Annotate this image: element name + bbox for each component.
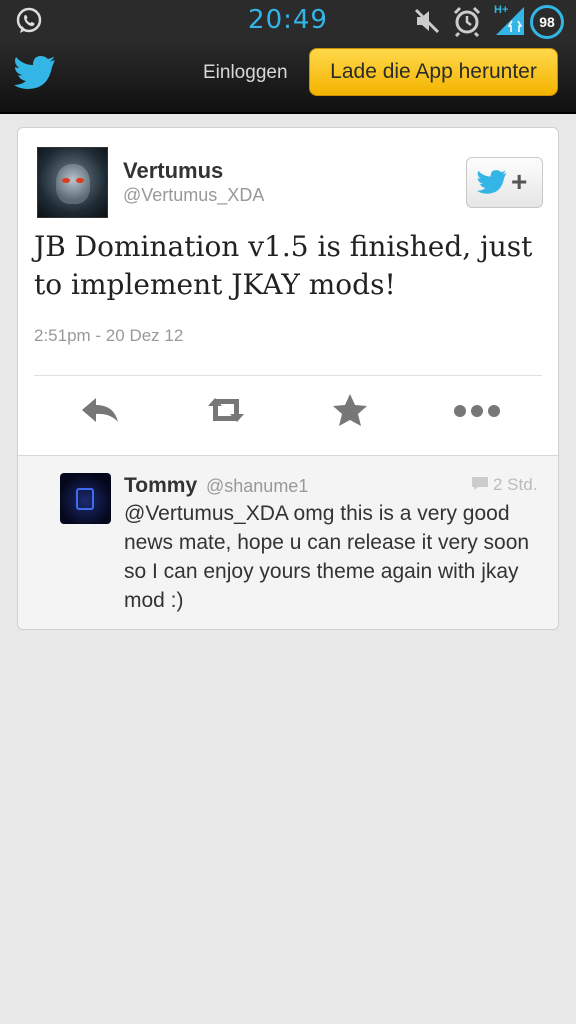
favorite-button[interactable]: [328, 390, 372, 430]
retweet-button[interactable]: [204, 390, 248, 430]
avatar-eye-left: [62, 178, 70, 183]
more-button[interactable]: [450, 390, 506, 430]
twitter-header: Einloggen Lade die App herunter: [0, 42, 576, 114]
reply-button[interactable]: [78, 390, 122, 430]
reply-author-name[interactable]: Tommy: [124, 474, 197, 498]
favorite-icon: [333, 394, 367, 426]
tweet-text: JB Domination v1.5 is finished, just to …: [34, 230, 533, 301]
download-app-button[interactable]: Lade die App herunter: [309, 48, 558, 96]
alarm-icon: [453, 6, 481, 37]
follow-plus-label: +: [511, 166, 528, 197]
battery-level: 98: [539, 14, 555, 30]
reply-text: @Vertumus_XDA omg this is a very good ne…: [124, 502, 530, 612]
mute-icon: [414, 8, 440, 34]
login-link[interactable]: Einloggen: [203, 62, 288, 84]
tweet-timestamp[interactable]: 2:51pm - 20 Dez 12: [34, 326, 183, 346]
divider: [34, 375, 542, 376]
retweet-icon: [208, 398, 244, 422]
reply-age: 2 Std.: [493, 475, 538, 494]
tweet-card: Vertumus @Vertumus_XDA + JB Domination v…: [17, 127, 559, 630]
reply-author-handle[interactable]: @shanume1: [206, 476, 308, 497]
status-bar: 20:49 H+ 98: [0, 0, 576, 42]
avatar-face: [56, 164, 90, 204]
reply-avatar[interactable]: [60, 473, 111, 524]
speech-bubble-icon: [472, 477, 488, 490]
network-type-label: H+: [494, 4, 509, 16]
reply-item[interactable]: Tommy @shanume1 2 Std. @Vertumus_XDA omg…: [18, 455, 558, 629]
follow-button[interactable]: +: [466, 157, 543, 208]
clock: 20:49: [248, 5, 328, 35]
more-icon: [454, 405, 500, 417]
reply-avatar-logo: [76, 488, 94, 510]
reply-icon: [82, 398, 118, 422]
twitter-bird-icon: [477, 170, 507, 194]
author-avatar[interactable]: [37, 147, 108, 218]
author-name[interactable]: Vertumus: [123, 158, 223, 184]
twitter-bird-icon[interactable]: [14, 56, 56, 92]
avatar-eye-right: [76, 178, 84, 183]
author-handle[interactable]: @Vertumus_XDA: [123, 185, 264, 206]
battery-icon: 98: [530, 5, 564, 39]
